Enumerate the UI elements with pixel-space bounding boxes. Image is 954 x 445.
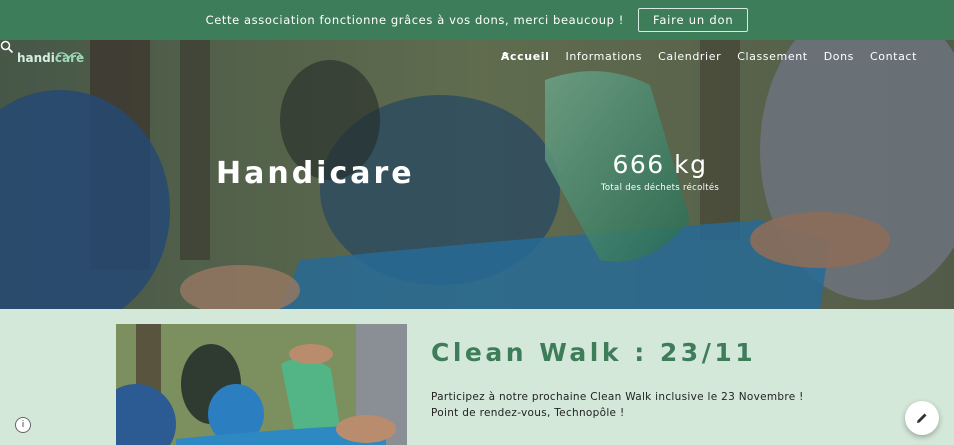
nav-label: Contact [870, 50, 917, 63]
chevron-down-icon [502, 52, 509, 57]
nav-item-classement[interactable]: Classement [737, 50, 807, 63]
donate-button[interactable]: Faire un don [637, 8, 749, 32]
nav-label: Informations [565, 50, 643, 63]
event-title: Clean Walk : 23/11 [431, 338, 757, 367]
nav-item-calendrier[interactable]: Calendrier [658, 50, 721, 63]
hero-overlay [0, 40, 954, 309]
nav-item-contact[interactable]: Contact [870, 50, 917, 63]
hero-banner: handi care Accueil Informations Calendri… [0, 40, 954, 309]
event-photo [116, 324, 407, 445]
heart-icon [56, 52, 82, 60]
logo-text-handi: handi [17, 51, 55, 65]
waste-stat: 666 kg Total des déchets récoltés [585, 150, 735, 193]
nav-label: Calendrier [658, 50, 722, 63]
nav-menu: Accueil Informations Calendrier Classeme… [501, 50, 917, 63]
announcement-bar: Cette association fonctionne grâces à vo… [0, 0, 954, 40]
edit-button[interactable] [905, 401, 939, 435]
hero-title: Handicare [216, 156, 415, 191]
search-icon[interactable] [0, 40, 14, 54]
main-nav: handi care Accueil Informations Calendri… [0, 40, 954, 76]
nav-item-informations[interactable]: Informations [502, 50, 643, 63]
stat-label: Total des déchets récoltés [600, 183, 720, 193]
pencil-icon [917, 413, 927, 423]
logo[interactable]: handi care [17, 51, 84, 65]
info-icon[interactable]: i [15, 417, 31, 433]
nav-label: Classement [737, 50, 808, 63]
announcement-text: Cette association fonctionne grâces à vo… [205, 13, 624, 27]
nav-label: Dons [823, 50, 854, 63]
event-image [116, 324, 407, 445]
stat-value: 666 kg [612, 150, 708, 179]
nav-item-dons[interactable]: Dons [824, 50, 854, 63]
event-description: Participez à notre prochaine Clean Walk … [431, 391, 804, 419]
